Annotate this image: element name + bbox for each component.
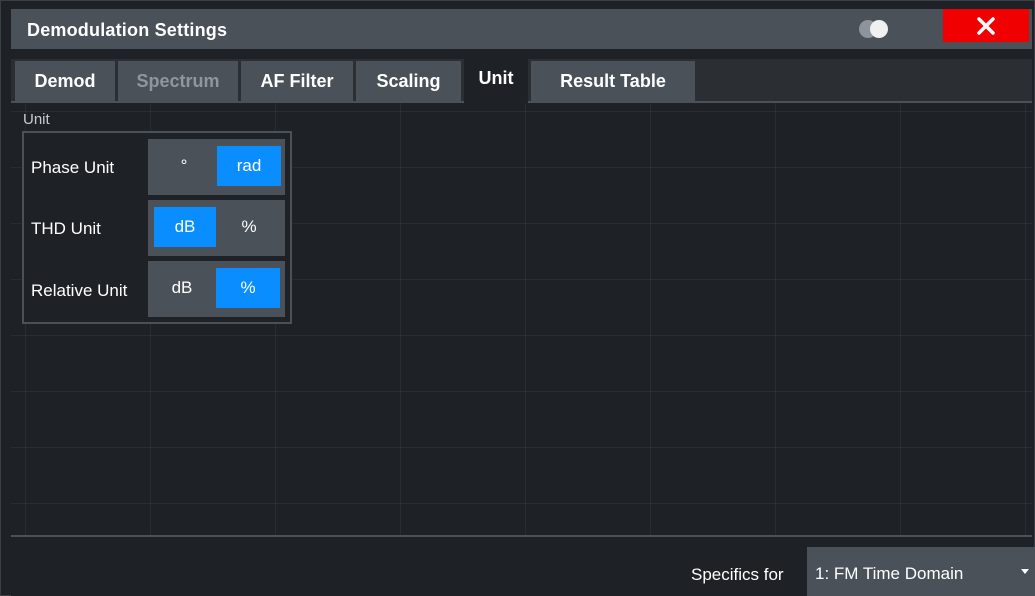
tab-af-filter[interactable]: AF Filter: [241, 61, 353, 101]
dialog-title: Demodulation Settings: [27, 20, 228, 40]
specifics-for-dropdown[interactable]: 1: FM Time Domain: [807, 547, 1035, 596]
phase-unit-toggle: ° rad: [148, 139, 285, 195]
thd-unit-toggle: dB %: [148, 200, 285, 256]
close-icon: [977, 16, 995, 35]
close-button[interactable]: [943, 9, 1029, 42]
thd-unit-option-db[interactable]: dB: [154, 207, 216, 247]
tab-spectrum[interactable]: Spectrum: [118, 61, 238, 101]
tab-unit[interactable]: Unit: [464, 59, 528, 103]
title-bar[interactable]: Demodulation Settings: [11, 9, 1032, 49]
unit-group-label: Unit: [23, 111, 50, 128]
tab-bar: Demod Spectrum AF Filter Scaling Unit Re…: [11, 59, 1032, 103]
thd-unit-label: THD Unit: [31, 219, 101, 238]
chevron-down-icon: [1021, 569, 1029, 574]
specifics-for-value: 1: FM Time Domain: [815, 564, 964, 583]
relative-unit-label: Relative Unit: [31, 281, 128, 300]
relative-unit-option-percent[interactable]: %: [216, 268, 280, 308]
tab-scaling[interactable]: Scaling: [356, 61, 461, 101]
phase-unit-option-degree[interactable]: °: [155, 146, 213, 186]
demodulation-settings-dialog: Demodulation Settings Demod Spectrum AF …: [0, 0, 1035, 596]
relative-unit-toggle: dB %: [148, 261, 285, 317]
specifics-for-label: Specifics for: [691, 565, 784, 584]
phase-unit-option-rad[interactable]: rad: [217, 146, 281, 186]
tab-result-table[interactable]: Result Table: [531, 61, 695, 101]
tab-demod[interactable]: Demod: [15, 61, 115, 101]
thd-unit-option-percent[interactable]: %: [220, 207, 278, 247]
phase-unit-label: Phase Unit: [31, 158, 115, 177]
relative-unit-option-db[interactable]: dB: [152, 268, 212, 308]
toggle-icon[interactable]: [859, 20, 895, 38]
